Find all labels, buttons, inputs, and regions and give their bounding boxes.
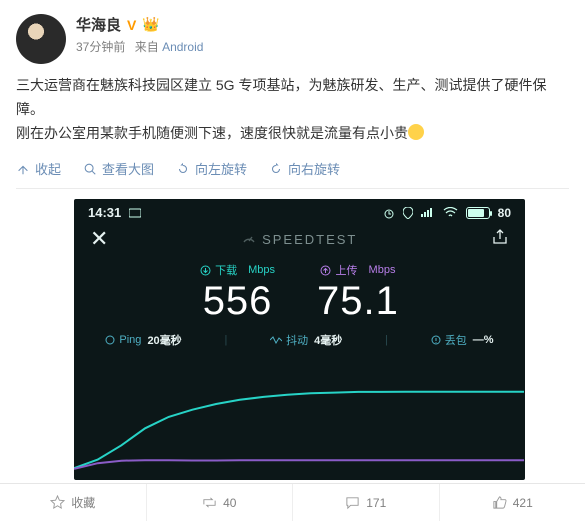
close-icon: ✕ [90,226,108,252]
download-label: 下载 Mbps [200,262,275,278]
comment-count: 171 [366,496,386,510]
signal-5g-icon [421,207,435,218]
comment-button[interactable]: 171 [293,484,440,521]
divider [16,188,569,189]
speedtest-screenshot[interactable]: 14:31 80 ✕ SPEEDTEST [74,199,525,480]
alarm-icon [383,207,395,219]
wifi-icon [443,207,458,218]
battery-icon [466,207,490,219]
jitter-stat: 抖动 4毫秒 [270,332,342,348]
star-icon [50,495,65,510]
like-icon [492,495,507,510]
collapse-label: 收起 [35,159,61,178]
content-line-1: 三大运营商在魅族科技园区建立 5G 专项基站，为魅族研发、生产、测试提供了硬件保… [16,74,569,122]
location-icon [403,207,413,219]
rotate-right-label: 向右旋转 [288,159,340,178]
action-bar: 收藏 40 171 421 [0,483,585,521]
favorite-label: 收藏 [71,494,95,511]
loss-icon [431,335,441,345]
source-prefix: 来自 [135,40,159,54]
collapse-button[interactable]: 收起 [16,159,61,178]
content-line-2: 刚在办公室用某款手机随便测下速，速度很快就是流量有点小贵 [16,125,408,141]
download-icon [200,265,211,276]
username[interactable]: 华海良 [76,14,121,35]
like-count: 421 [513,496,533,510]
rotate-left-label: 向左旋转 [195,159,247,178]
like-button[interactable]: 421 [440,484,585,521]
rotate-left-button[interactable]: 向左旋转 [176,159,247,178]
speed-chart [74,384,524,474]
share-icon [491,228,509,251]
post-source[interactable]: Android [162,40,203,54]
card-icon [129,208,141,218]
magnify-icon [83,162,97,176]
avatar[interactable] [16,14,66,64]
ping-stat: Ping 20毫秒 [105,332,181,348]
view-large-label: 查看大图 [102,159,154,178]
statusbar-time: 14:31 [88,205,121,220]
battery-percent: 80 [498,206,511,220]
upload-value: 75.1 [317,280,399,322]
repost-icon [202,495,217,510]
upload-icon [320,265,331,276]
collapse-icon [16,162,30,176]
rotate-right-button[interactable]: 向右旋转 [269,159,340,178]
speedtest-brand: SPEEDTEST [242,232,357,247]
favorite-button[interactable]: 收藏 [0,484,147,521]
verified-badge: V [127,17,136,33]
view-large-button[interactable]: 查看大图 [83,159,154,178]
status-bar: 14:31 80 [74,199,525,222]
comment-icon [345,495,360,510]
rotate-left-icon [176,162,190,176]
grin-emoji-icon [408,124,424,140]
image-toolbar: 收起 查看大图 向左旋转 向右旋转 [16,159,569,178]
post-meta: 37分钟前 来自 Android [76,38,203,55]
download-value: 556 [200,280,275,322]
stats-row: Ping 20毫秒 | 抖动 4毫秒 | 丢包 —% [74,332,525,348]
repost-button[interactable]: 40 [147,484,294,521]
upload-label: 上传 Mbps [317,262,399,278]
loss-stat: 丢包 —% [431,332,494,348]
crown-icon: 👑 [142,16,159,33]
rotate-right-icon [269,162,283,176]
repost-count: 40 [223,496,236,510]
jitter-icon [270,336,282,344]
ping-icon [105,335,115,345]
post-content: 三大运营商在魅族科技园区建立 5G 专项基站，为魅族研发、生产、测试提供了硬件保… [16,74,569,145]
post-time: 37分钟前 [76,40,125,54]
gauge-icon [242,232,256,246]
